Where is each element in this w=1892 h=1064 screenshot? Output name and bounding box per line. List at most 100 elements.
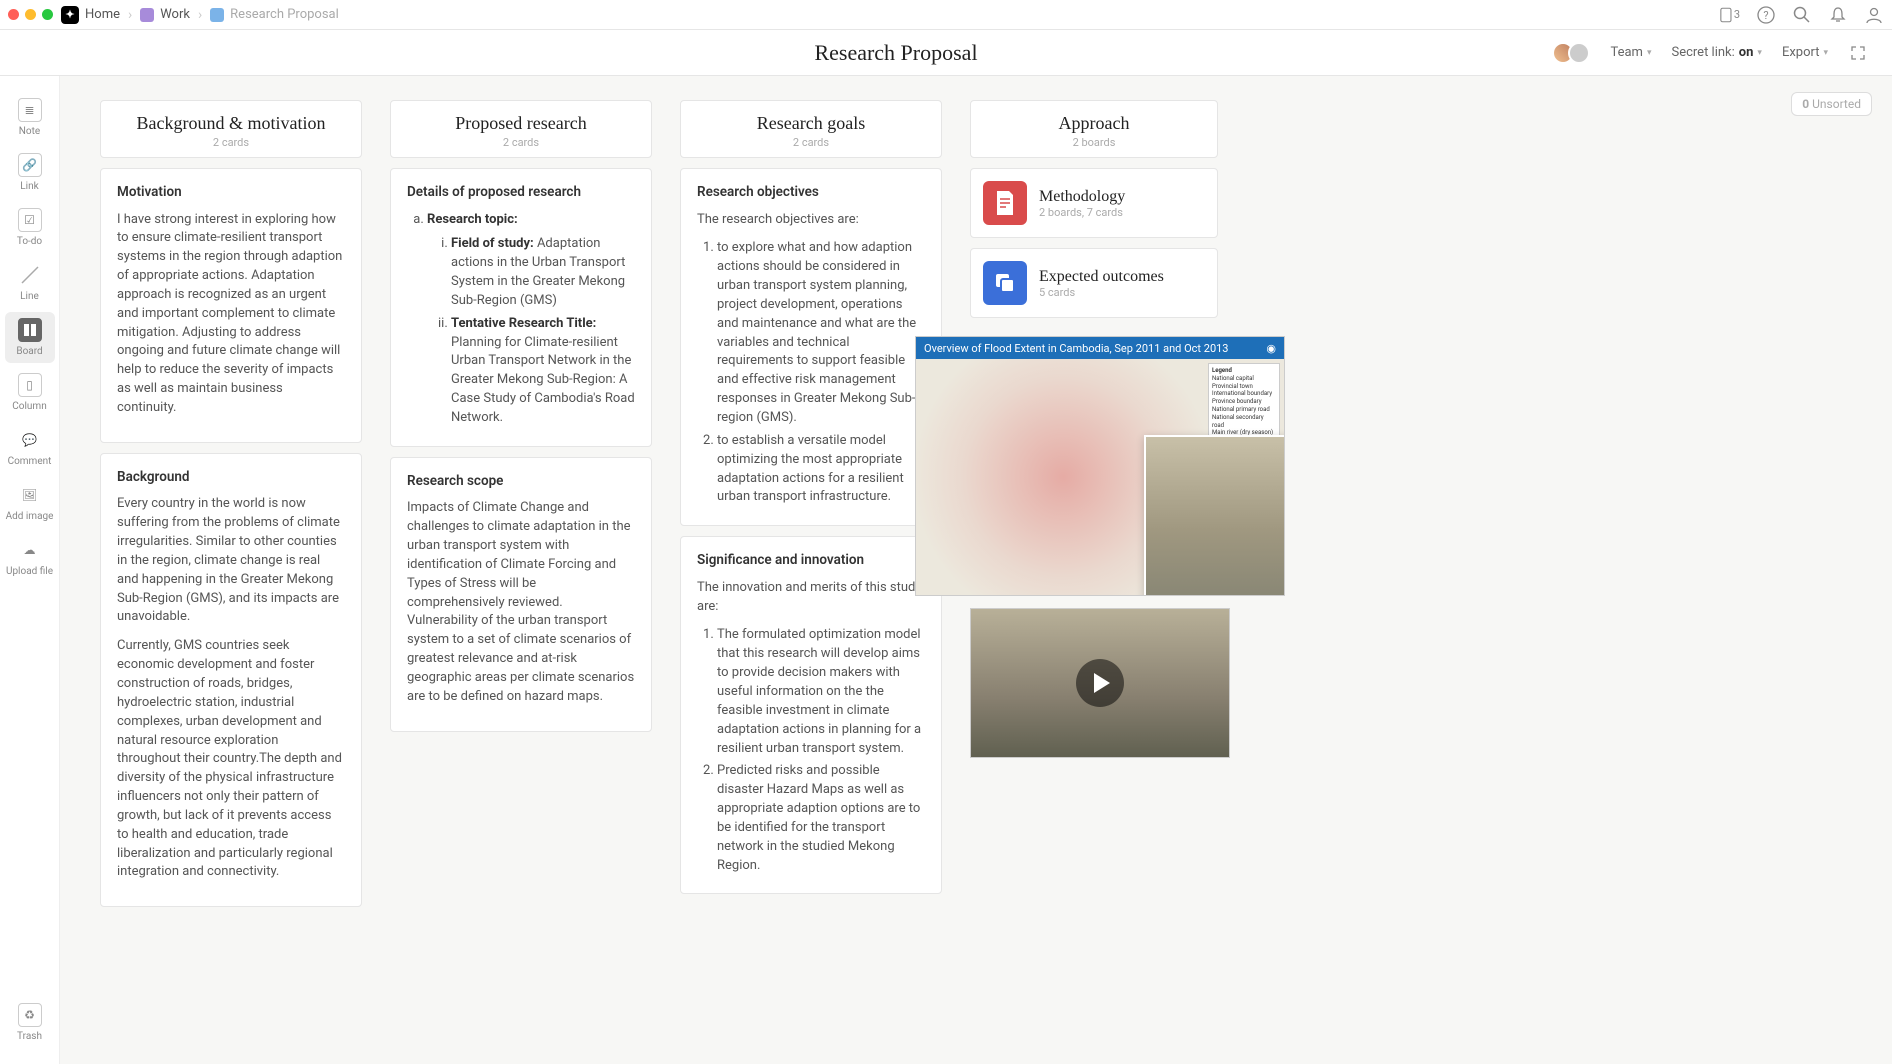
column-subtitle: 2 cards bbox=[689, 136, 933, 149]
list-item: Tentative Research Title: Planning for C… bbox=[451, 315, 635, 428]
tool-note[interactable]: ≣ Note bbox=[5, 92, 55, 143]
tool-upload-file[interactable]: ☁ Upload file bbox=[5, 532, 55, 583]
breadcrumb-home-label: Home bbox=[85, 7, 120, 22]
tool-label: Column bbox=[12, 401, 46, 412]
board-subtitle: 2 boards, 7 cards bbox=[1039, 206, 1125, 219]
card-intro: The innovation and merits of this study … bbox=[697, 579, 925, 617]
svg-text:?: ? bbox=[1763, 9, 1768, 22]
todo-icon: ☑ bbox=[18, 208, 42, 232]
help-icon[interactable]: ? bbox=[1756, 5, 1776, 25]
search-icon[interactable] bbox=[1792, 5, 1812, 25]
secret-link-state: on bbox=[1739, 45, 1754, 60]
page-title: Research Proposal bbox=[264, 40, 1528, 66]
close-window-icon[interactable] bbox=[8, 9, 19, 20]
tool-comment[interactable]: 💬Comment bbox=[5, 422, 55, 473]
card-body: I have strong interest in exploring how … bbox=[117, 211, 345, 418]
minimize-window-icon[interactable] bbox=[25, 9, 36, 20]
unsorted-label: Unsorted bbox=[1812, 97, 1861, 111]
tool-label: Line bbox=[20, 291, 39, 302]
bell-icon[interactable] bbox=[1828, 5, 1848, 25]
device-count: 3 bbox=[1734, 8, 1740, 21]
upload-icon: ☁ bbox=[18, 538, 42, 562]
column-research-goals: Research goals 2 cards Research objectiv… bbox=[680, 100, 942, 894]
card-background[interactable]: Background Every country in the world is… bbox=[100, 453, 362, 907]
column-header[interactable]: Approach 2 boards bbox=[970, 100, 1218, 158]
tool-label: To-do bbox=[17, 236, 42, 247]
wfp-logo-icon: ◉ bbox=[1266, 342, 1276, 355]
page-header: Research Proposal Team▾ Secret link: on … bbox=[0, 30, 1892, 76]
legend-item: National capital bbox=[1212, 375, 1254, 382]
card-heading: Significance and innovation bbox=[697, 551, 925, 571]
card-intro: The research objectives are: bbox=[697, 211, 925, 230]
card-research-scope[interactable]: Research scope Impacts of Climate Change… bbox=[390, 457, 652, 732]
breadcrumb-home[interactable]: ✦ Home bbox=[61, 6, 120, 24]
export-dropdown[interactable]: Export▾ bbox=[1782, 45, 1828, 60]
tool-label: Note bbox=[19, 126, 40, 137]
tool-line[interactable]: Line bbox=[5, 257, 55, 308]
flood-photo[interactable] bbox=[1144, 435, 1285, 596]
breadcrumb-work[interactable]: Work bbox=[140, 7, 190, 22]
document-icon bbox=[983, 181, 1027, 225]
user-icon[interactable] bbox=[1864, 5, 1884, 25]
secret-link-toggle[interactable]: Secret link: on ▾ bbox=[1671, 45, 1761, 60]
board-card-expected-outcomes[interactable]: Expected outcomes 5 cards bbox=[970, 248, 1218, 318]
legend-item: Provincial town bbox=[1212, 383, 1253, 390]
video-thumbnail[interactable] bbox=[970, 608, 1230, 758]
column-header[interactable]: Background & motivation 2 cards bbox=[100, 100, 362, 158]
play-icon bbox=[1076, 659, 1124, 707]
tool-trash[interactable]: ♻Trash bbox=[5, 997, 55, 1048]
column-subtitle: 2 boards bbox=[979, 136, 1209, 149]
tool-add-image[interactable]: 🖼Add image bbox=[5, 477, 55, 528]
column-subtitle: 2 cards bbox=[109, 136, 353, 149]
secret-link-label: Secret link: bbox=[1671, 45, 1734, 60]
card-body: Every country in the world is now suffer… bbox=[117, 495, 345, 627]
tool-label: Comment bbox=[8, 456, 52, 467]
breadcrumb-current[interactable]: Research Proposal bbox=[210, 7, 339, 22]
line-icon bbox=[18, 263, 42, 287]
card-heading: Background bbox=[117, 468, 345, 488]
column-subtitle: 2 cards bbox=[399, 136, 643, 149]
breadcrumb-separator: › bbox=[128, 7, 132, 23]
team-dropdown[interactable]: Team▾ bbox=[1610, 45, 1651, 60]
avatar-stack[interactable] bbox=[1552, 42, 1590, 64]
breadcrumb-bar: ✦ Home › Work › Research Proposal 3 ? bbox=[0, 0, 1892, 30]
column-proposed-research: Proposed research 2 cards Details of pro… bbox=[390, 100, 652, 732]
column-header[interactable]: Proposed research 2 cards bbox=[390, 100, 652, 158]
export-label: Export bbox=[1782, 45, 1820, 60]
card-significance[interactable]: Significance and innovation The innovati… bbox=[680, 536, 942, 894]
tool-link[interactable]: 🔗Link bbox=[5, 147, 55, 198]
tool-label: Add image bbox=[6, 511, 54, 522]
column-icon: ▯ bbox=[18, 373, 42, 397]
list-label: Field of study: bbox=[451, 236, 534, 251]
column-header[interactable]: Research goals 2 cards bbox=[680, 100, 942, 158]
list-label: Tentative Research Title: bbox=[451, 316, 596, 331]
legend-item: Province boundary bbox=[1212, 398, 1262, 405]
tool-label: Upload file bbox=[6, 566, 53, 577]
card-research-objectives[interactable]: Research objectives The research objecti… bbox=[680, 168, 942, 526]
breadcrumb-separator: › bbox=[198, 7, 202, 23]
tool-column[interactable]: ▯ Column bbox=[5, 367, 55, 418]
list-text: Planning for Climate-resilient Urban Tra… bbox=[451, 335, 635, 425]
breadcrumb-work-label: Work bbox=[160, 7, 190, 22]
board-card-methodology[interactable]: Methodology 2 boards, 7 cards bbox=[970, 168, 1218, 238]
expand-icon[interactable] bbox=[1848, 43, 1868, 63]
card-motivation[interactable]: Motivation I have strong interest in exp… bbox=[100, 168, 362, 443]
tool-board[interactable]: Board bbox=[5, 312, 55, 363]
note-icon: ≣ bbox=[18, 98, 42, 122]
board-icon bbox=[210, 8, 224, 22]
list-item: Field of study: Adaptation actions in th… bbox=[451, 235, 635, 310]
unsorted-pill[interactable]: 0 Unsorted bbox=[1791, 92, 1872, 116]
tool-todo[interactable]: ☑ To-do bbox=[5, 202, 55, 253]
team-label: Team bbox=[1610, 45, 1643, 60]
card-details[interactable]: Details of proposed research Research to… bbox=[390, 168, 652, 447]
devices-icon[interactable]: 3 bbox=[1720, 5, 1740, 25]
tool-label: Link bbox=[20, 181, 38, 192]
left-toolbar: ≣ Note 🔗Link ☑ To-do Line Board ▯ Column 💬C… bbox=[0, 76, 60, 1064]
map-image[interactable]: Overview of Flood Extent in Cambodia, Se… bbox=[915, 336, 1285, 596]
list-item: Research topic: Field of study: Adaptati… bbox=[427, 211, 635, 428]
maximize-window-icon[interactable] bbox=[42, 9, 53, 20]
tool-label: Trash bbox=[17, 1031, 42, 1042]
card-heading: Details of proposed research bbox=[407, 183, 635, 203]
list-item: to establish a versatile model optimizin… bbox=[717, 432, 925, 507]
board-subtitle: 5 cards bbox=[1039, 286, 1164, 299]
